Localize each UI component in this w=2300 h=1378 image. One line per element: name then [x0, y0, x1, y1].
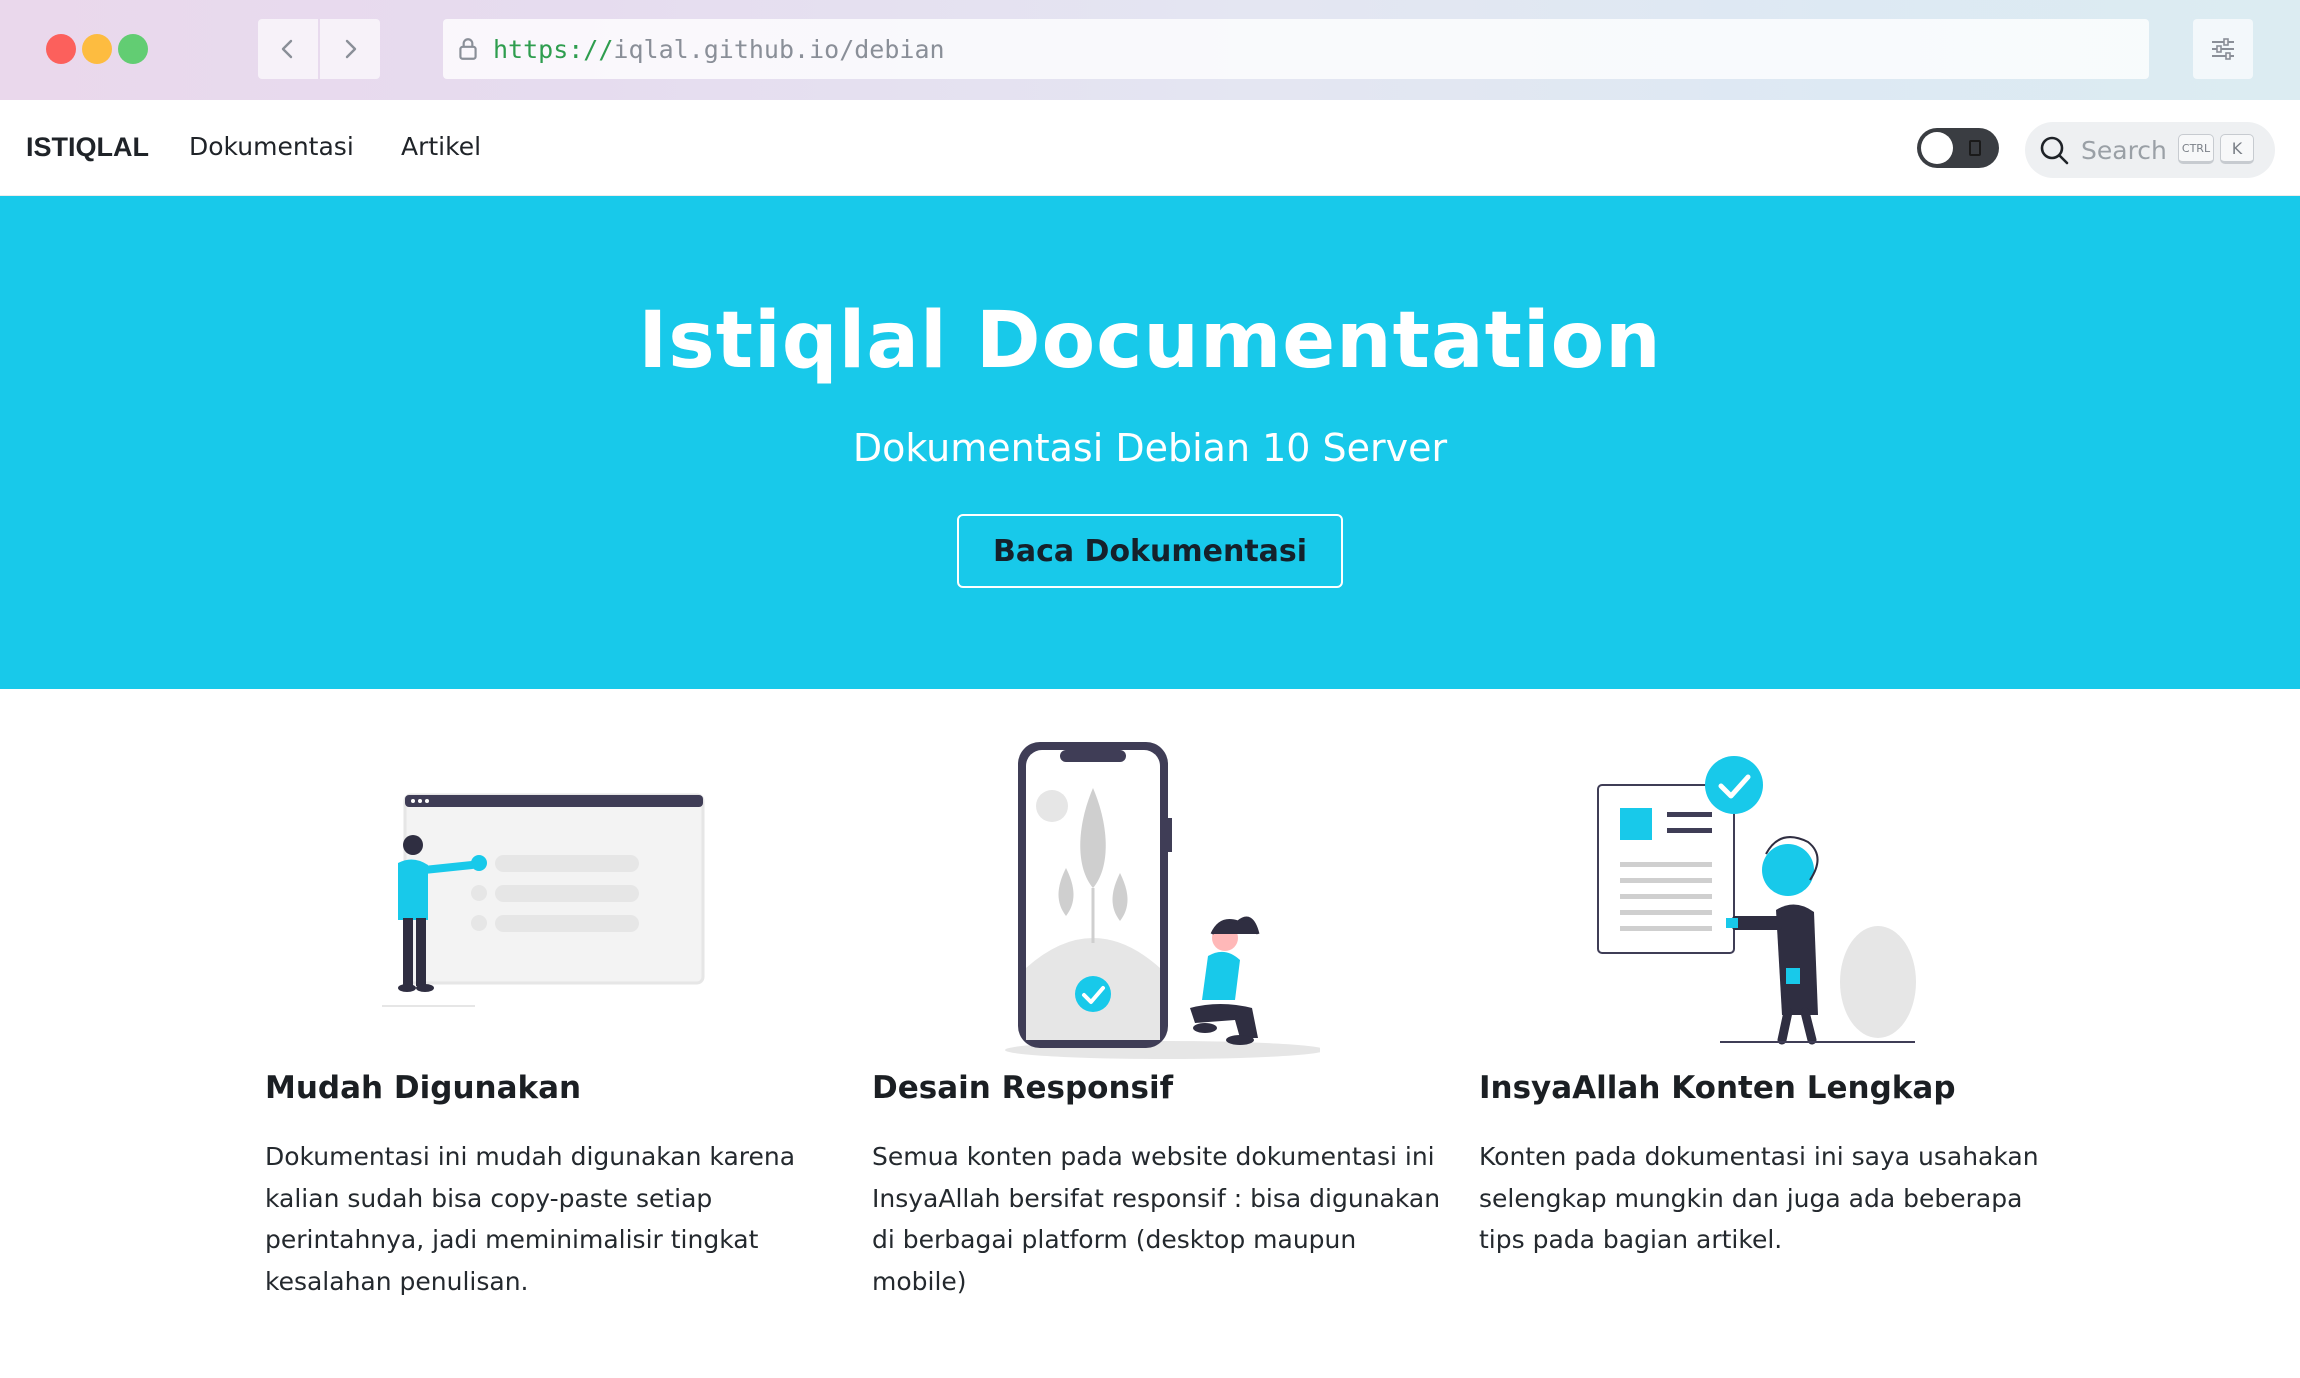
- search-placeholder: Search: [2081, 135, 2167, 165]
- forward-button[interactable]: [320, 19, 380, 79]
- address-bar[interactable]: https://iqlal.github.io/debian: [443, 19, 2149, 79]
- feature-text-desain-responsif: Semua konten pada website dokumentasi in…: [872, 1142, 1441, 1296]
- toggle-knob: [1921, 132, 1953, 164]
- search-icon: [2040, 136, 2069, 165]
- feature-title-desain-responsif: Desain Responsif: [872, 1070, 1174, 1106]
- feature-text-konten-lengkap: Konten pada dokumentasi ini saya usahaka…: [1479, 1142, 2039, 1254]
- minimize-window-button[interactable]: [82, 34, 112, 64]
- kbd-k: K: [2220, 134, 2254, 164]
- feature-text-mudah-digunakan: Dokumentasi ini mudah digunakan karena k…: [265, 1142, 796, 1296]
- hero-subtitle: Dokumentasi Debian 10 Server: [852, 426, 1448, 470]
- sliders-icon: [2212, 38, 2234, 60]
- hero-section: Istiqlal Documentation Dokumentasi Debia…: [0, 196, 2300, 689]
- dark-mode-icon: [1969, 140, 1981, 156]
- settings-button[interactable]: [2193, 19, 2253, 79]
- url-scheme: https://: [493, 34, 614, 64]
- back-arrow-icon: [281, 39, 293, 59]
- search-box[interactable]: Search CTRL K: [2025, 122, 2275, 178]
- lock-icon: [459, 38, 477, 60]
- back-button[interactable]: [258, 19, 318, 79]
- theme-toggle[interactable]: [1917, 128, 1999, 168]
- brand-link[interactable]: ISTIQLAL: [26, 132, 149, 163]
- nav-link-dokumentasi[interactable]: Dokumentasi: [189, 132, 354, 161]
- forward-arrow-icon: [345, 39, 357, 59]
- maximize-window-button[interactable]: [118, 34, 148, 64]
- site-navbar: ISTIQLAL Dokumentasi Artikel Search CTRL…: [0, 100, 2300, 196]
- hero-title: Istiqlal Documentation: [638, 296, 1662, 386]
- browser-chrome: https://iqlal.github.io/debian: [0, 0, 2300, 100]
- url-host-path: iqlal.github.io/debian: [613, 34, 945, 64]
- responsive-phone-illustration: [1005, 742, 1320, 1059]
- close-window-button[interactable]: [46, 34, 76, 64]
- kbd-ctrl: CTRL: [2178, 134, 2214, 164]
- using-website-illustration: [382, 793, 705, 1007]
- nav-link-artikel[interactable]: Artikel: [401, 132, 481, 161]
- feature-title-konten-lengkap: InsyaAllah Konten Lengkap: [1479, 1070, 1956, 1106]
- feature-title-mudah-digunakan: Mudah Digunakan: [265, 1070, 582, 1106]
- complete-content-illustration: [1597, 756, 1916, 1045]
- read-docs-button[interactable]: Baca Dokumentasi: [957, 514, 1343, 588]
